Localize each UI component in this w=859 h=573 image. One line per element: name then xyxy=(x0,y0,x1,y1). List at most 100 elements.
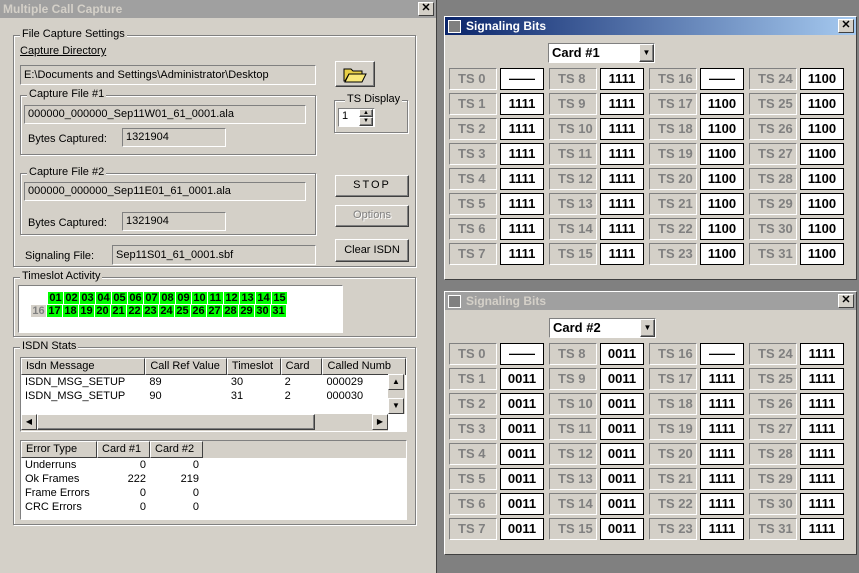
scroll-right-icon[interactable]: ▶ xyxy=(372,414,388,430)
timeslot-indicator: 21 xyxy=(111,305,126,317)
timeslot-label: TS 18 xyxy=(649,118,697,140)
bytes-captured-2: 1321904 xyxy=(122,212,226,231)
timeslot-indicator: 31 xyxy=(271,305,286,317)
timeslot-label: TS 28 xyxy=(749,443,797,465)
isdn-hscroll[interactable]: ◀ ▶ xyxy=(21,414,388,431)
timeslot-label: TS 21 xyxy=(649,193,697,215)
signaling-file-field: Sep11S01_61_0001.sbf xyxy=(112,245,316,265)
column-header[interactable]: Isdn Message xyxy=(21,358,146,375)
table-row[interactable]: Ok Frames 222 219 xyxy=(21,472,406,486)
timeslot-label: TS 26 xyxy=(749,118,797,140)
timeslot-label: TS 22 xyxy=(649,493,697,515)
signaling-bits-value: 1111 xyxy=(700,418,744,440)
signal-icon xyxy=(448,294,461,308)
signaling-bits-value: 1111 xyxy=(700,443,744,465)
timeslot-label: TS 27 xyxy=(749,143,797,165)
chevron-down-icon[interactable]: ▼ xyxy=(640,319,655,337)
column-header[interactable]: Timeslot xyxy=(226,358,281,375)
timeslot-indicator: 22 xyxy=(127,305,142,317)
signaling-bits-value: 1100 xyxy=(800,118,844,140)
signaling-bits-value: 1100 xyxy=(700,93,744,115)
table-row[interactable]: CRC Errors 0 0 xyxy=(21,500,406,514)
table-cell: 2 xyxy=(284,376,291,388)
card-select-value: Card #1 xyxy=(552,45,600,60)
signaling-bits-value: 1111 xyxy=(800,368,844,390)
timeslot-label: TS 14 xyxy=(549,218,597,240)
timeslot-label: TS 2 xyxy=(449,393,497,415)
close-icon[interactable]: ✕ xyxy=(418,2,434,16)
main-window: Multiple Call Capture ✕ File Capture Set… xyxy=(0,0,437,573)
timeslot-label: TS 9 xyxy=(549,368,597,390)
timeslot-label: TS 8 xyxy=(549,343,597,365)
main-titlebar[interactable]: Multiple Call Capture xyxy=(0,0,436,18)
close-icon[interactable]: ✕ xyxy=(838,294,854,308)
timeslot-label: TS 23 xyxy=(649,243,697,265)
timeslot-label: TS 19 xyxy=(649,143,697,165)
isdn-vscroll[interactable]: ▲ ▼ xyxy=(388,374,405,414)
table-row[interactable]: Frame Errors 0 0 xyxy=(21,486,406,500)
signal-icon xyxy=(448,19,461,33)
timeslot-label: TS 20 xyxy=(649,443,697,465)
table-cell: 0 xyxy=(192,487,199,499)
clear-isdn-button[interactable]: Clear ISDN xyxy=(335,239,409,262)
scroll-thumb[interactable] xyxy=(37,414,315,430)
options-button[interactable]: Options xyxy=(335,205,409,227)
column-header[interactable]: Card xyxy=(280,358,323,375)
timeslot-indicator: 03 xyxy=(80,292,95,304)
column-header[interactable]: Card #1 xyxy=(97,441,150,458)
table-cell: 0 xyxy=(139,487,146,499)
timeslot-label: TS 24 xyxy=(749,343,797,365)
signaling-titlebar-2[interactable]: Signaling Bits xyxy=(445,292,856,310)
signaling-title-1: Signaling Bits xyxy=(466,19,547,33)
signaling-bits-value: 1100 xyxy=(700,143,744,165)
column-header[interactable]: Call Ref Value xyxy=(145,358,227,375)
signaling-bits-value: 1111 xyxy=(600,168,644,190)
signaling-bits-value: 1100 xyxy=(700,118,744,140)
scroll-left-icon[interactable]: ◀ xyxy=(21,414,37,430)
signaling-bits-value: 0011 xyxy=(500,468,544,490)
timeslot-indicator: 28 xyxy=(223,305,238,317)
capture-file2-field[interactable]: 000000_000000_Sep11E01_61_0001.ala xyxy=(24,182,306,201)
stop-button[interactable]: STOP xyxy=(335,175,409,197)
capture-directory-field[interactable]: E:\Documents and Settings\Administrator\… xyxy=(20,65,316,85)
capture-file1-field[interactable]: 000000_000000_Sep11W01_61_0001.ala xyxy=(24,105,306,124)
spin-up-icon[interactable]: ▲ xyxy=(359,109,373,117)
signaling-bits-value: 1100 xyxy=(700,193,744,215)
signaling-bits-value: —— xyxy=(700,343,744,365)
timeslot-label: TS 12 xyxy=(549,443,597,465)
timeslot-indicator: 20 xyxy=(95,305,110,317)
spin-down-icon[interactable]: ▼ xyxy=(359,117,373,126)
timeslot-indicator: 14 xyxy=(256,292,271,304)
signaling-bits-value: 1111 xyxy=(800,468,844,490)
timeslot-label: TS 18 xyxy=(649,393,697,415)
signaling-titlebar-1[interactable]: Signaling Bits xyxy=(445,17,856,35)
timeslot-indicator: 25 xyxy=(175,305,190,317)
signaling-bits-value: 0011 xyxy=(600,468,644,490)
timeslot-label: TS 30 xyxy=(749,218,797,240)
timeslot-indicator: 30 xyxy=(255,305,270,317)
table-cell: Ok Frames xyxy=(25,473,80,485)
timeslot-label: TS 27 xyxy=(749,418,797,440)
column-header[interactable]: Card #2 xyxy=(150,441,203,458)
scroll-down-icon[interactable]: ▼ xyxy=(388,398,404,414)
timeslot-label: TS 12 xyxy=(549,168,597,190)
table-row[interactable]: Underruns 0 0 xyxy=(21,458,406,472)
capture-directory-label: Capture Directory xyxy=(20,45,107,57)
chevron-down-icon[interactable]: ▼ xyxy=(639,44,654,62)
column-header[interactable]: Called Numb xyxy=(322,358,406,375)
timeslot-indicator: 26 xyxy=(191,305,206,317)
timeslot-label: TS 14 xyxy=(549,493,597,515)
table-row[interactable]: ISDN_MSG_SETUP 90 31 2 000030 xyxy=(21,389,406,403)
scroll-up-icon[interactable]: ▲ xyxy=(388,374,404,390)
table-row[interactable]: ISDN_MSG_SETUP 89 30 2 000029 xyxy=(21,375,406,389)
timeslot-label: TS 19 xyxy=(649,418,697,440)
timeslot-label: TS 7 xyxy=(449,243,497,265)
signaling-bits-value: 0011 xyxy=(500,368,544,390)
timeslot-indicator: 08 xyxy=(160,292,175,304)
column-header[interactable]: Error Type xyxy=(21,441,97,458)
open-folder-button[interactable] xyxy=(335,61,375,87)
signaling-bits-value: 1100 xyxy=(700,168,744,190)
close-icon[interactable]: ✕ xyxy=(838,19,854,33)
signaling-bits-value: 1111 xyxy=(700,393,744,415)
error-body: Underruns 0 0 Ok Frames 222 219 Frame Errors 0 0… xyxy=(21,458,406,514)
